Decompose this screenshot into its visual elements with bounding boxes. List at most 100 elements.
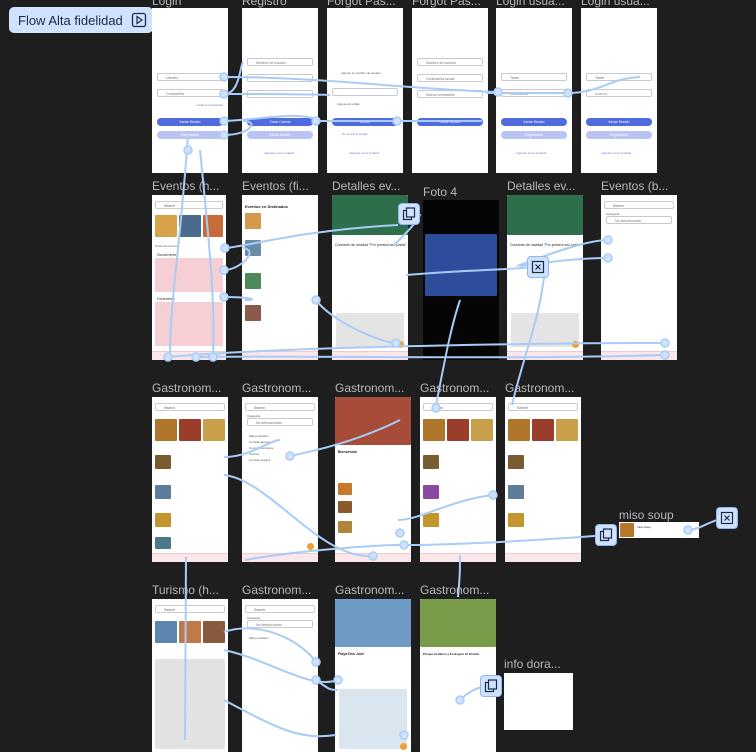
restaurant-thumb[interactable]: [155, 455, 171, 469]
frame-gastronomia-5[interactable]: Search: [505, 397, 581, 562]
restaurant-thumb[interactable]: [155, 485, 171, 499]
close-overlay-icon[interactable]: [716, 507, 738, 529]
frame-eventos-busqueda[interactable]: Search Categoría No seleccionado: [601, 195, 677, 360]
frame-forgot-password-2[interactable]: Nombre de usuario Contraseña actual Nuev…: [412, 8, 488, 173]
event-poster[interactable]: [425, 234, 497, 296]
food-image[interactable]: [532, 419, 554, 441]
guest-link[interactable]: Ingresar como invitado: [601, 151, 631, 155]
frame-label-forgot-2[interactable]: Forgot Pas...: [412, 0, 488, 8]
food-image[interactable]: [203, 419, 225, 441]
username-field[interactable]: Tester: [501, 73, 567, 81]
map-preview[interactable]: [336, 313, 404, 347]
bottom-nav[interactable]: [152, 553, 228, 562]
email-field[interactable]: [247, 74, 313, 82]
frame-label-eventos-h[interactable]: Eventos (h...: [152, 179, 226, 193]
bottom-nav[interactable]: [152, 351, 226, 360]
resend-code-link[interactable]: Re-enviar el código: [342, 132, 368, 136]
frame-label-login-usuario-1[interactable]: Login usua...: [496, 0, 572, 8]
bottom-nav[interactable]: [335, 553, 411, 562]
username-field[interactable]: Usuario: [157, 73, 223, 81]
forgot-password-link[interactable]: olvidé la contraseña: [196, 103, 223, 107]
frame-label-gastronomia-3[interactable]: Gastronom...: [335, 381, 411, 395]
restaurant-thumb[interactable]: [155, 513, 171, 527]
food-image[interactable]: [471, 419, 493, 441]
search-input[interactable]: Search: [155, 403, 225, 411]
current-password-field[interactable]: Contraseña actual: [417, 74, 483, 82]
frame-login-usuario-2[interactable]: Tester •••••••••• Iniciar Sesión Registr…: [581, 8, 657, 173]
guest-link[interactable]: Ingresar como invitado: [516, 151, 546, 155]
event-image[interactable]: [179, 215, 201, 237]
search-input[interactable]: Search: [423, 403, 493, 411]
event-banner[interactable]: [332, 195, 408, 235]
search-input[interactable]: Search: [245, 403, 315, 411]
food-image[interactable]: [423, 419, 445, 441]
flow-play-icon[interactable]: [131, 12, 147, 31]
food-image[interactable]: [447, 419, 469, 441]
login-button[interactable]: Iniciar Sesión: [586, 118, 652, 126]
create-account-button[interactable]: Crear Cuenta: [247, 118, 313, 126]
frame-label-gastronomia-5[interactable]: Gastronom...: [505, 381, 581, 395]
search-input[interactable]: Search: [155, 605, 225, 613]
restaurant-thumb[interactable]: [423, 455, 439, 469]
overlay-open-icon[interactable]: [595, 524, 617, 546]
frame-forgot-password[interactable]: Ingrese su nombre de usuario Ingrese el …: [327, 8, 403, 173]
frame-miso-soup[interactable]: miso soup: [619, 522, 699, 538]
login-button[interactable]: Iniciar Sesión: [157, 118, 223, 126]
park-banner[interactable]: [420, 599, 496, 647]
fab-button[interactable]: [397, 341, 404, 348]
place-image[interactable]: [179, 621, 201, 643]
category-select[interactable]: No seleccionado: [247, 418, 313, 426]
password-field[interactable]: ••••••••••: [586, 89, 652, 97]
place-image[interactable]: [155, 621, 177, 643]
guest-link[interactable]: Ingresar como invitado: [264, 151, 294, 155]
new-username-field[interactable]: Nombre de usuario: [247, 58, 313, 66]
password-field[interactable]: Contraseña: [501, 89, 567, 97]
fab-button[interactable]: [572, 341, 579, 348]
go-login-button[interactable]: Iniciar Sesión: [247, 131, 313, 139]
frame-registro[interactable]: Nombre de usuario Crear Cuenta Iniciar S…: [242, 8, 318, 173]
new-password-field[interactable]: Nueva contraseña: [417, 90, 483, 98]
category-option[interactable]: Más populares: [249, 434, 269, 438]
username-field[interactable]: Nombre de usuario: [417, 58, 483, 66]
close-overlay-icon[interactable]: [527, 256, 549, 278]
restaurant-thumb[interactable]: [508, 485, 524, 499]
frame-label-gastronomia-6[interactable]: Gastronom...: [242, 583, 318, 597]
event-thumb[interactable]: [245, 305, 261, 321]
frame-gastronomia-6[interactable]: Search Categoría No seleccionado Más pop…: [242, 599, 318, 752]
frame-label-miso-soup[interactable]: miso soup: [619, 508, 699, 522]
frame-label-login[interactable]: Login: [152, 0, 224, 8]
map-preview[interactable]: [511, 313, 579, 347]
event-thumb[interactable]: [245, 240, 261, 256]
bottom-nav[interactable]: [505, 553, 581, 562]
frame-label-forgot[interactable]: Forgot Pas...: [327, 0, 403, 8]
event-image[interactable]: [203, 215, 223, 237]
bottom-nav[interactable]: [601, 351, 677, 360]
frame-label-gastronomia-8[interactable]: Gastronom...: [420, 583, 496, 597]
restaurant-banner[interactable]: [335, 397, 411, 445]
beach-banner[interactable]: [335, 599, 411, 647]
frame-detalles-evento-1[interactable]: Concierto de navidad "Por primera vez ju…: [332, 195, 408, 360]
frame-label-registro[interactable]: Registro: [242, 0, 314, 8]
new-password-field[interactable]: [247, 90, 313, 98]
overlay-open-icon[interactable]: [398, 203, 420, 225]
restaurant-thumb[interactable]: [423, 485, 439, 499]
search-input[interactable]: Search: [604, 201, 674, 209]
category-select[interactable]: No seleccionado: [606, 216, 672, 224]
category-option[interactable]: Comida vegana: [249, 458, 270, 462]
event-thumb[interactable]: [245, 273, 261, 289]
category-select[interactable]: No seleccionado: [247, 620, 313, 628]
restaurant-thumb[interactable]: [508, 455, 524, 469]
frame-eventos-filtro[interactable]: Eventos en Distinados: [242, 195, 318, 360]
bottom-nav[interactable]: [242, 351, 318, 360]
frame-gastronomia-3[interactable]: Bienvenido: [335, 397, 411, 562]
frame-label-detalles-1[interactable]: Detalles ev...: [332, 179, 408, 193]
frame-label-detalles-2[interactable]: Detalles ev...: [507, 179, 583, 193]
frame-label-gastronomia-1[interactable]: Gastronom...: [152, 381, 228, 395]
bottom-nav[interactable]: [420, 553, 496, 562]
send-button[interactable]: Enviar: [332, 118, 398, 126]
event-image[interactable]: [155, 215, 177, 237]
frame-label-turismo[interactable]: Turismo (h...: [152, 583, 228, 597]
dish-thumb[interactable]: [338, 501, 352, 513]
frame-login[interactable]: Usuario Contraseña olvidé la contraseña …: [152, 8, 228, 173]
username-field[interactable]: Tester: [586, 73, 652, 81]
